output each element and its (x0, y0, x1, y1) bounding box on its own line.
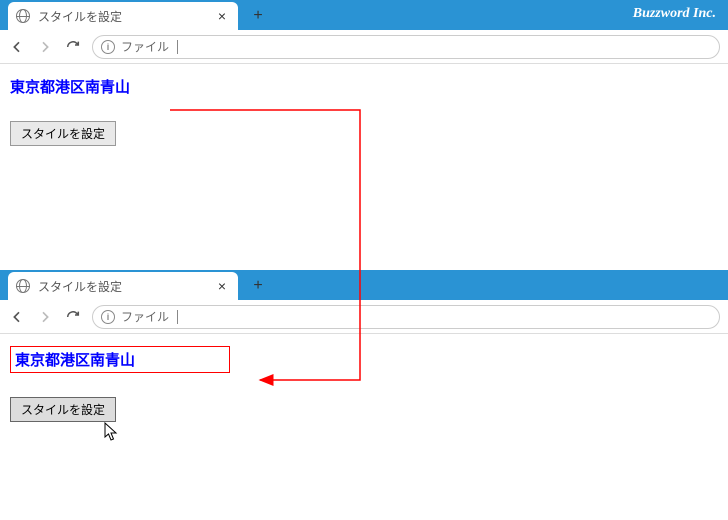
back-button[interactable] (8, 38, 26, 56)
globe-icon (16, 279, 30, 293)
address-text: ファイル (121, 308, 169, 325)
set-style-button-1[interactable]: スタイルを設定 (10, 121, 116, 146)
browser-tab-1[interactable]: スタイルを設定 × (8, 2, 238, 30)
text-caret (177, 310, 178, 324)
browser-tabstrip-2: スタイルを設定 × + (0, 270, 728, 300)
address-text: ファイル (121, 38, 169, 55)
info-icon: i (101, 40, 115, 54)
close-icon[interactable]: × (216, 278, 228, 294)
text-caret (177, 40, 178, 54)
new-tab-button[interactable]: + (244, 2, 272, 30)
browser-tab-2[interactable]: スタイルを設定 × (8, 272, 238, 300)
page-content-1: 東京都港区南青山 スタイルを設定 (0, 64, 728, 158)
address-paragraph-2: 東京都港区南青山 (10, 346, 230, 373)
browser-toolbar-1: i ファイル (0, 30, 728, 64)
brand-label: Buzzword Inc. (633, 6, 716, 22)
new-tab-button[interactable]: + (244, 272, 272, 300)
forward-button (36, 38, 54, 56)
reload-button[interactable] (64, 308, 82, 326)
tab-title: スタイルを設定 (38, 8, 208, 25)
back-button[interactable] (8, 308, 26, 326)
page-content-2: 東京都港区南青山 スタイルを設定 (0, 334, 728, 434)
address-bar[interactable]: i ファイル (92, 305, 720, 329)
address-paragraph-1: 東京都港区南青山 (10, 76, 130, 97)
set-style-button-2[interactable]: スタイルを設定 (10, 397, 116, 422)
info-icon: i (101, 310, 115, 324)
forward-button (36, 308, 54, 326)
address-bar[interactable]: i ファイル (92, 35, 720, 59)
tab-title: スタイルを設定 (38, 278, 208, 295)
globe-icon (16, 9, 30, 23)
close-icon[interactable]: × (216, 8, 228, 24)
reload-button[interactable] (64, 38, 82, 56)
browser-tabstrip-1: Buzzword Inc. スタイルを設定 × + (0, 0, 728, 30)
browser-toolbar-2: i ファイル (0, 300, 728, 334)
